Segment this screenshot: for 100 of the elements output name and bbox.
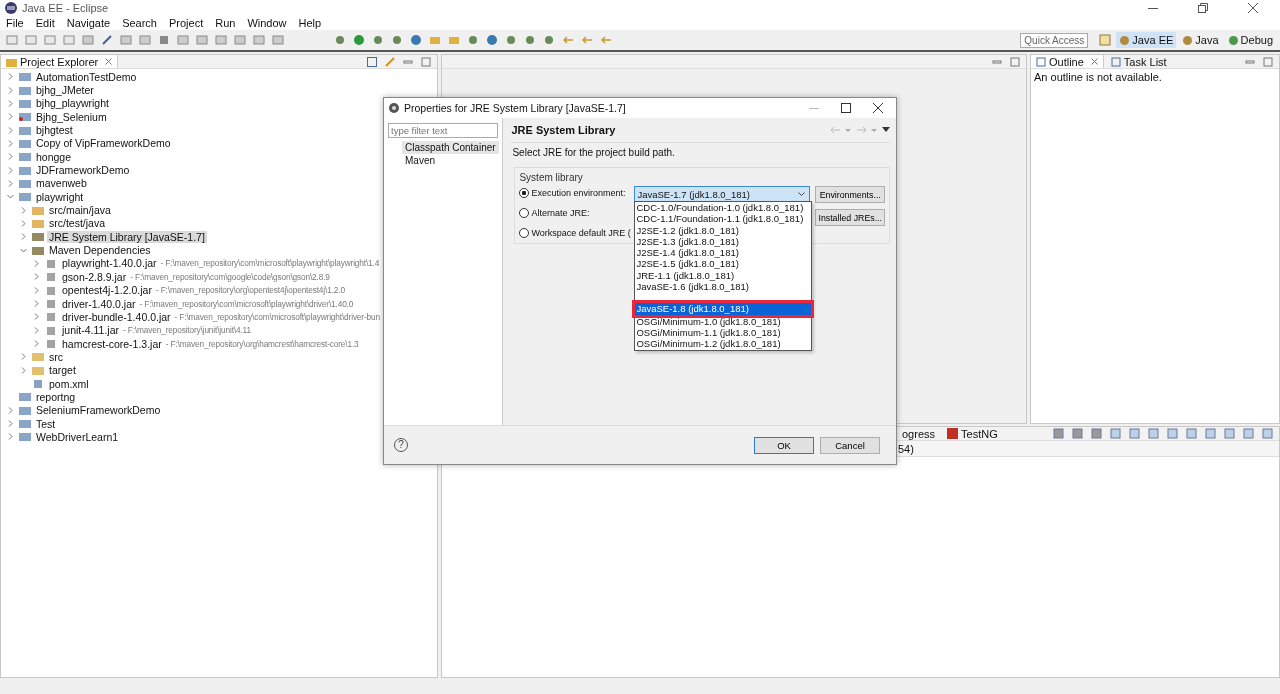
chevron-right-icon[interactable] — [20, 206, 27, 214]
chevron-down-icon[interactable] — [20, 246, 27, 254]
side-button[interactable]: Environments... — [815, 186, 885, 203]
tree-item[interactable]: Bjhg_Selenium — [34, 110, 109, 123]
menu-item[interactable]: Search — [122, 17, 157, 29]
chevron-right-icon[interactable] — [7, 433, 14, 441]
tree-item[interactable]: hongge — [34, 150, 74, 163]
tree-item[interactable]: playwright-1.40.0.jar — [60, 257, 159, 270]
menu-item[interactable]: Navigate — [66, 17, 111, 29]
tree-item[interactable]: src/main/java — [47, 204, 113, 217]
folder-icon[interactable] — [448, 34, 460, 46]
side-button[interactable]: Installed JREs... — [815, 209, 885, 226]
panel-tab[interactable]: Project Explorer — [1, 55, 119, 68]
tree-item[interactable]: bjhg_JMeter — [34, 84, 96, 96]
chevron-right-icon[interactable] — [7, 126, 14, 134]
toolbar-icon[interactable] — [1262, 428, 1273, 439]
toolbar-icon[interactable] — [1072, 428, 1083, 439]
restore-icon[interactable] — [1198, 3, 1208, 13]
arrow-icon[interactable] — [600, 34, 612, 46]
tree-item[interactable]: SeleniumFrameworkDemo — [34, 404, 163, 417]
chevron-right-icon[interactable] — [7, 113, 14, 121]
chevron-right-icon[interactable] — [33, 260, 40, 267]
toolbar-icon[interactable] — [1243, 428, 1254, 439]
chevron-right-icon[interactable] — [33, 286, 40, 294]
chevron-right-icon[interactable] — [20, 219, 27, 227]
tree-item[interactable]: AutomationTestDemo — [34, 70, 139, 83]
toolbar-icon[interactable] — [1167, 428, 1178, 439]
chevron-right-icon[interactable] — [7, 73, 14, 81]
back-icon[interactable] — [830, 125, 852, 135]
tree-item[interactable]: bjhg_playwright — [34, 97, 111, 110]
chevron-right-icon[interactable] — [7, 99, 14, 107]
close-icon[interactable] — [873, 103, 883, 113]
chevron-right-icon[interactable] — [7, 420, 14, 428]
tree-item[interactable]: JRE System Library [JavaSE-1.7] — [47, 230, 207, 243]
menu-item[interactable]: File — [6, 17, 24, 29]
panel-tab[interactable]: Outline — [1031, 55, 1104, 68]
environment-combo[interactable]: JavaSE-1.7 (jdk1.8.0_181) — [634, 186, 811, 202]
radio-button[interactable] — [519, 228, 530, 238]
dropdown-option[interactable]: JRE-1.1 (jdk1.8.0_181) — [635, 269, 812, 282]
dropdown-option[interactable]: OSGi/Minimum-1.2 (jdk1.8.0_181) — [635, 338, 812, 350]
tree-item[interactable]: Maven Dependencies — [47, 244, 153, 257]
maximize-icon[interactable] — [841, 103, 851, 113]
filter-field[interactable]: type filter text — [388, 123, 498, 138]
tree-item[interactable]: Test — [34, 417, 58, 430]
tree-item[interactable]: src — [47, 350, 65, 363]
toolbar-icon[interactable] — [1224, 428, 1235, 439]
tree-item[interactable]: hamcrest-core-1.3.jar — [60, 337, 164, 350]
tree-item[interactable]: gson-2.8.9.jar — [60, 270, 129, 283]
nav-item[interactable]: Maven — [402, 154, 438, 167]
dropdown-option[interactable]: J2SE-1.3 (jdk1.8.0_181) — [635, 235, 812, 248]
chevron-right-icon[interactable] — [33, 340, 40, 348]
dropdown-option[interactable]: J2SE-1.2 (jdk1.8.0_181) — [635, 224, 812, 236]
dropdown-option[interactable]: JavaSE-1.6 (jdk1.8.0_181) — [635, 281, 812, 293]
toolbar-icon[interactable] — [1091, 428, 1102, 439]
chevron-right-icon[interactable] — [7, 166, 14, 174]
chevron-right-icon[interactable] — [7, 179, 14, 187]
play-icon[interactable] — [353, 34, 365, 46]
quick-access-field[interactable]: Quick Access — [1020, 32, 1089, 48]
tree-item[interactable]: Copy of VipFrameworkDemo — [34, 137, 173, 150]
chevron-right-icon[interactable] — [7, 153, 14, 161]
chevron-right-icon[interactable] — [7, 406, 14, 414]
tree-item[interactable]: WebDriverLearn1 — [34, 430, 121, 443]
tree-item[interactable]: src/test/java — [47, 217, 108, 230]
chevron-right-icon[interactable] — [20, 366, 27, 374]
nav-item[interactable]: Classpath Container — [402, 141, 499, 154]
menu-item[interactable]: Run — [215, 17, 236, 29]
chevron-right-icon[interactable] — [33, 273, 40, 281]
menu-item[interactable]: Help — [298, 17, 322, 29]
tree-item[interactable]: opentest4j-1.2.0.jar — [60, 284, 154, 297]
dropdown-option[interactable]: OSGi/Minimum-1.0 (jdk1.8.0_181) — [635, 315, 812, 327]
tree-item[interactable]: pom.xml — [47, 377, 91, 390]
toolbar-icon[interactable] — [1205, 428, 1216, 439]
arrow-icon[interactable] — [581, 34, 593, 46]
chevron-right-icon[interactable] — [33, 313, 40, 321]
menu-item[interactable]: Edit — [35, 17, 55, 29]
menu-item[interactable]: Window — [247, 17, 287, 29]
toolbar-icon[interactable] — [1053, 428, 1064, 439]
menu-item[interactable]: Project — [169, 17, 204, 29]
tree-item[interactable]: JDFrameworkDemo — [34, 164, 132, 177]
chevron-down-icon[interactable] — [7, 193, 14, 201]
chevron-right-icon[interactable] — [33, 326, 40, 334]
dialog-button[interactable]: OK — [754, 436, 814, 454]
toolbar-icon[interactable] — [1186, 428, 1197, 439]
panel-tab[interactable]: ogress — [897, 427, 941, 440]
chevron-right-icon[interactable] — [20, 353, 27, 361]
chevron-right-icon[interactable] — [33, 300, 40, 307]
close-icon[interactable] — [1248, 3, 1258, 13]
toolbar-icon[interactable] — [1110, 428, 1121, 439]
open-perspective-icon[interactable] — [1099, 34, 1112, 46]
perspective-tab[interactable]: Java EE — [1116, 32, 1177, 48]
radio-button[interactable] — [519, 208, 530, 218]
dropdown-option[interactable]: CDC-1.1/Foundation-1.1 (jdk1.8.0_181) — [635, 213, 812, 225]
dialog-button[interactable]: Cancel — [820, 436, 880, 454]
tree-item[interactable]: target — [47, 364, 78, 377]
tree-item[interactable]: driver-bundle-1.40.0.jar — [60, 310, 173, 323]
tree-item[interactable]: mavenweb — [34, 177, 89, 190]
stop-icon[interactable] — [158, 34, 170, 46]
folder-icon[interactable] — [429, 34, 441, 46]
dropdown-option[interactable]: J2SE-1.4 (jdk1.8.0_181) — [635, 247, 812, 259]
dropdown-option[interactable]: J2SE-1.5 (jdk1.8.0_181) — [635, 258, 812, 270]
